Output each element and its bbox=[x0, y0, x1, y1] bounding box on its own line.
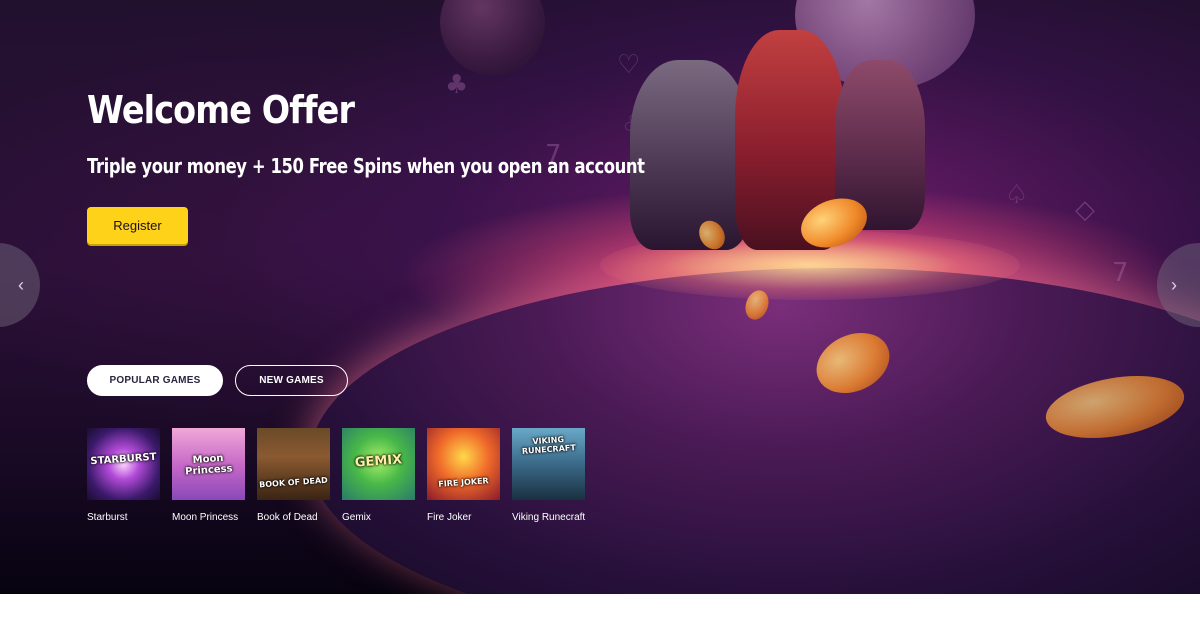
diamond-icon: ◇ bbox=[1075, 195, 1095, 225]
carousel-prev-button[interactable]: ‹ bbox=[0, 243, 40, 327]
seven-icon: 7 bbox=[1112, 258, 1129, 288]
register-button[interactable]: Register bbox=[87, 207, 188, 244]
game-tile-viking-runecraft[interactable]: VIKING RUNECRAFT Viking Runecraft bbox=[512, 428, 585, 523]
game-name[interactable]: Book of Dead bbox=[257, 512, 330, 523]
game-name[interactable]: Fire Joker bbox=[427, 512, 500, 523]
game-thumbnail[interactable]: BOOK OF DEAD bbox=[257, 428, 330, 500]
tab-new-games[interactable]: NEW GAMES bbox=[235, 365, 348, 396]
club-icon: ♣ bbox=[445, 70, 469, 100]
game-name[interactable]: Moon Princess bbox=[172, 512, 245, 523]
spade-icon: ♤ bbox=[1005, 180, 1029, 210]
game-thumbnail[interactable]: Moon Princess bbox=[172, 428, 245, 500]
game-thumbnail-logo: VIKING RUNECRAFT bbox=[521, 434, 577, 456]
page-footer-area bbox=[0, 594, 1200, 630]
planet-decoration bbox=[440, 0, 545, 75]
game-name[interactable]: Viking Runecraft bbox=[512, 512, 585, 523]
game-thumbnail-logo: STARBURST bbox=[90, 451, 157, 468]
game-thumbnail-logo: Moon Princess bbox=[184, 452, 233, 478]
offer-subtitle: Triple your money + 150 Free Spins when … bbox=[87, 154, 645, 178]
game-tile-starburst[interactable]: STARBURST Starburst bbox=[87, 428, 160, 523]
game-thumbnail-logo: FIRE JOKER bbox=[438, 476, 489, 489]
tab-popular-games[interactable]: POPULAR GAMES bbox=[87, 365, 223, 396]
game-thumbnail[interactable]: GEMIX bbox=[342, 428, 415, 500]
game-tile-fire-joker[interactable]: FIRE JOKER Fire Joker bbox=[427, 428, 500, 523]
warrior-figure bbox=[630, 60, 750, 250]
game-thumbnail[interactable]: STARBURST bbox=[87, 428, 160, 500]
game-tile-moon-princess[interactable]: Moon Princess Moon Princess bbox=[172, 428, 245, 523]
game-thumbnail-logo: BOOK OF DEAD bbox=[258, 475, 329, 490]
game-tile-gemix[interactable]: GEMIX Gemix bbox=[342, 428, 415, 523]
game-thumbnail[interactable]: FIRE JOKER bbox=[427, 428, 500, 500]
game-name[interactable]: Starburst bbox=[87, 512, 160, 523]
game-thumbnail-logo: GEMIX bbox=[354, 452, 403, 471]
chevron-right-icon: › bbox=[1171, 274, 1177, 295]
game-tile-book-of-dead[interactable]: BOOK OF DEAD Book of Dead bbox=[257, 428, 330, 523]
page-title: Welcome Offer bbox=[87, 88, 355, 132]
chevron-left-icon: ‹ bbox=[18, 274, 24, 295]
game-list: STARBURST Starburst Moon Princess Moon P… bbox=[87, 428, 585, 523]
hero-banner: ♣ ♡ ♧ ♤ ◇ 7 7 Welcome Offer Triple your … bbox=[0, 0, 1200, 594]
game-name[interactable]: Gemix bbox=[342, 512, 415, 523]
game-thumbnail[interactable]: VIKING RUNECRAFT bbox=[512, 428, 585, 500]
heart-icon: ♡ bbox=[617, 50, 641, 80]
